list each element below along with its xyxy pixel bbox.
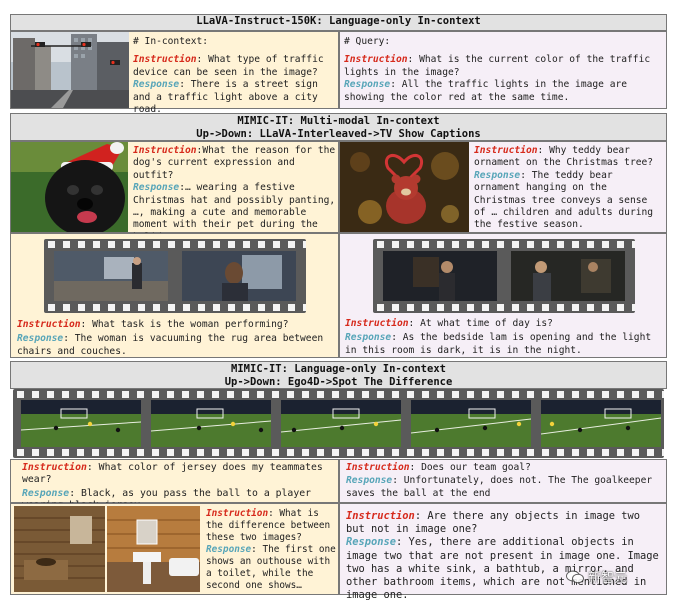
instruction-2: Instruction: What is the current color o…	[344, 54, 662, 79]
tv-frame-image	[511, 251, 625, 301]
response-tag: Response	[346, 536, 397, 549]
instruction-tag: Instruction	[474, 145, 538, 156]
watermark: 新智元	[566, 565, 664, 587]
sec3-ego2-text: Instruction: Does our team goal? Respons…	[346, 462, 662, 500]
sec2-tv2-text: Instruction: At what time of day is? Res…	[345, 318, 663, 357]
sec2-bear-text: Instruction: Why teddy bear ornament on …	[474, 145, 664, 232]
tv-frame-image	[383, 251, 497, 301]
sec2-tv1-text: Instruction: What task is the woman perf…	[17, 319, 335, 358]
ego4d-frame-image	[20, 400, 142, 447]
section2-title: MIMIC-IT: Multi-modal In-context	[237, 115, 440, 127]
response-text: : The woman is vacuuming the rug area be…	[17, 333, 324, 357]
section3-header: MIMIC-IT: Language-only In-context Up->D…	[10, 361, 667, 389]
instruction-text: : At what time of day is?	[408, 318, 553, 329]
response-8: Response: Unfortunately, does not. The T…	[346, 475, 662, 500]
response-tag: Response	[22, 487, 70, 499]
section2-header: MIMIC-IT: Multi-modal In-context Up->Dow…	[10, 113, 667, 141]
ego4d-frame-image	[280, 400, 402, 447]
response-5: Response: The woman is vacuuming the rug…	[17, 333, 335, 358]
ego4d-frame-image	[410, 400, 532, 447]
response-tag: Response	[17, 333, 64, 345]
tv-show-filmstrip-1	[44, 239, 306, 313]
tv-show-filmstrip-2	[373, 239, 635, 313]
instruction-9: Instruction: What is the difference betw…	[206, 508, 336, 544]
instruction-tag: Instruction	[206, 508, 269, 519]
instruction-tag: Instruction	[345, 318, 409, 329]
tv-frame-image	[182, 251, 296, 301]
query-label: # Query:	[344, 36, 391, 47]
section3-title: MIMIC-IT: Language-only In-context	[231, 363, 446, 375]
instruction-5: Instruction: What task is the woman perf…	[17, 319, 335, 331]
instruction-tag: Instruction	[346, 510, 415, 522]
sec2-dog-text: Instruction:What the reason for the dog'…	[133, 145, 336, 244]
sec3-diff1-text: Instruction: What is the difference betw…	[206, 508, 336, 592]
christmas-dog-image	[11, 142, 128, 232]
response-1: Response: There is a street sign and a t…	[133, 79, 337, 116]
ego4d-frame-image	[150, 400, 272, 447]
section3-subtitle: Up->Down: Ego4D->Spot The Difference	[224, 376, 453, 388]
traffic-street-image	[11, 32, 129, 108]
response-tag: Response	[344, 79, 391, 91]
instruction-4: Instruction: Why teddy bear ornament on …	[474, 145, 664, 170]
in-context-label: # In-context:	[133, 36, 209, 47]
response-9: Response: The first one shows an outhous…	[206, 544, 336, 592]
response-tag: Response	[345, 332, 392, 344]
watermark-text: 新智元	[588, 570, 628, 586]
instruction-3: Instruction:What the reason for the dog'…	[133, 145, 336, 182]
instruction-tag: Instruction	[17, 319, 81, 330]
outhouse-image	[14, 506, 105, 592]
instruction-10: Instruction: Are there any objects in im…	[346, 510, 662, 536]
response-6: Response: As the bedside lam is opening …	[345, 332, 663, 357]
instruction-7: Instruction: What color of jersey does m…	[22, 462, 336, 487]
sec3-diff2-text: Instruction: Are there any objects in im…	[346, 510, 662, 602]
instruction-text: : Does our team goal?	[409, 462, 531, 473]
sec1-context-text: # In-context: Instruction: What type of …	[133, 36, 337, 116]
ego4d-filmstrip	[13, 389, 664, 458]
ego4d-frame-image	[540, 400, 662, 447]
instruction-1: Instruction: What type of traffic device…	[133, 54, 337, 79]
instruction-8: Instruction: Does our team goal?	[346, 462, 662, 474]
response-4: Response: The teddy bear ornament hangin…	[474, 170, 664, 232]
response-tag: Response	[206, 544, 252, 555]
response-text: : Unfortunately, does not. The The goalk…	[346, 475, 653, 499]
response-2: Response: All the traffic lights in the …	[344, 79, 662, 104]
response-tag: Response	[346, 475, 393, 487]
section2-subtitle: Up->Down: LLaVA-Interleaved->TV Show Cap…	[196, 128, 481, 140]
bathroom-image	[107, 506, 200, 592]
instruction-tag: Instruction	[133, 145, 197, 156]
sec1-query-text: # Query: Instruction: What is the curren…	[344, 36, 662, 104]
response-tag: Response	[474, 169, 521, 181]
response-tag: Response	[133, 79, 180, 91]
instruction-text: : What task is the woman performing?	[80, 319, 289, 330]
teddy-bear-ornament-image	[340, 142, 469, 232]
instruction-tag: Instruction	[346, 462, 410, 473]
instruction-tag: Instruction	[344, 54, 408, 66]
response-tag: Response	[133, 182, 180, 194]
instruction-6: Instruction: At what time of day is?	[345, 318, 663, 330]
section1-header: LLaVA-Instruct-150K: Language-only In-co…	[10, 14, 667, 31]
response-text: : As the bedside lam is opening and the …	[345, 332, 652, 356]
section1-title: LLaVA-Instruct-150K: Language-only In-co…	[196, 15, 481, 27]
wechat-icon	[566, 569, 584, 584]
instruction-tag: Instruction	[22, 462, 87, 473]
instruction-tag: Instruction	[133, 54, 197, 66]
tv-frame-image	[54, 251, 168, 301]
